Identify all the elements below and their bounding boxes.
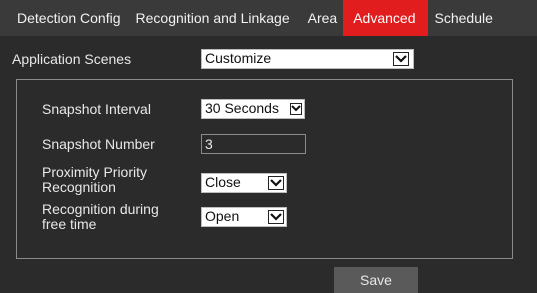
settings-group: Snapshot Interval 30 Seconds Snapshot Nu…	[16, 79, 513, 259]
snapshot-interval-select[interactable]: 30 Seconds	[201, 99, 305, 119]
recognition-free-time-select[interactable]: Open	[201, 207, 287, 227]
tab-detection-config[interactable]: Detection Config	[0, 0, 127, 36]
proximity-priority-label-line1: Proximity Priority	[42, 164, 148, 180]
chevron-down-icon[interactable]	[290, 103, 302, 115]
tab-area[interactable]: Area	[296, 0, 344, 36]
advanced-panel: Application Scenes Customize Snapshot In…	[0, 36, 537, 293]
proximity-priority-value: Close	[205, 174, 241, 190]
tab-recognition-and-linkage[interactable]: Recognition and Linkage	[127, 0, 296, 36]
tab-advanced[interactable]: Advanced	[343, 0, 428, 36]
save-button[interactable]: Save	[334, 267, 418, 293]
recognition-free-time-label: Recognition during free time	[42, 202, 159, 232]
recognition-free-time-label-line2: free time	[42, 216, 97, 232]
snapshot-interval-value: 30 Seconds	[205, 100, 279, 116]
chevron-down-icon[interactable]	[268, 210, 284, 224]
proximity-priority-select[interactable]: Close	[201, 173, 287, 193]
proximity-priority-label: Proximity Priority Recognition	[42, 165, 147, 195]
tab-bar: Detection Config Recognition and Linkage…	[0, 0, 537, 36]
chevron-down-icon[interactable]	[268, 176, 284, 190]
snapshot-interval-label: Snapshot Interval	[42, 101, 151, 117]
application-scenes-value: Customize	[205, 50, 272, 66]
recognition-free-time-value: Open	[205, 208, 240, 224]
application-scenes-label: Application Scenes	[12, 51, 132, 67]
snapshot-number-label: Snapshot Number	[42, 136, 155, 152]
tab-schedule[interactable]: Schedule	[428, 0, 493, 36]
proximity-priority-label-line2: Recognition	[42, 179, 116, 195]
snapshot-number-input[interactable]	[201, 134, 306, 154]
chevron-down-icon[interactable]	[393, 52, 409, 66]
application-scenes-select[interactable]: Customize	[201, 49, 414, 69]
recognition-free-time-label-line1: Recognition during	[42, 201, 159, 217]
